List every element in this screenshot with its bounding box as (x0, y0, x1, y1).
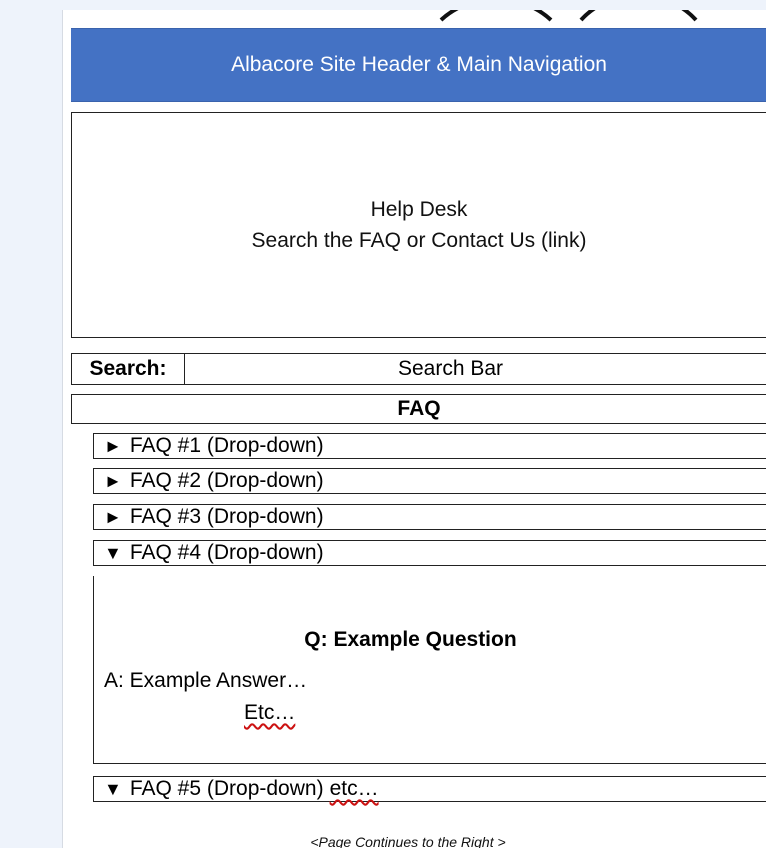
site-header: Albacore Site Header & Main Navigation (71, 28, 766, 102)
faq-item-label: FAQ #1 (Drop-down) (129, 434, 324, 457)
faq-item-4[interactable]: ▼ FAQ #4 (Drop-down) (93, 540, 766, 566)
search-label: Search: (72, 354, 185, 384)
faq-item-suffix: etc… (329, 777, 379, 800)
faq-item-label: FAQ #4 (Drop-down) (129, 541, 324, 564)
collapse-arrow-icon: ▼ (104, 542, 122, 563)
search-input[interactable]: Search Bar (185, 357, 766, 381)
faq-expanded-content: Q: Example Question A: Example Answer… E… (93, 576, 766, 764)
faq-question: Q: Example Question (304, 628, 517, 651)
faq-item-5[interactable]: ▼ FAQ #5 (Drop-down) etc… (93, 776, 766, 802)
search-row: Search: Search Bar (71, 353, 766, 385)
help-desk-box: Help Desk Search the FAQ or Contact Us (… (71, 112, 766, 338)
help-desk-title: Help Desk (370, 198, 468, 221)
faq-answer: A: Example Answer… (104, 669, 308, 692)
page-continues-note: <Page Continues to the Right > (310, 834, 506, 848)
faq-item-3[interactable]: ► FAQ #3 (Drop-down) (93, 504, 766, 530)
faq-item-1[interactable]: ► FAQ #1 (Drop-down) (93, 433, 766, 459)
expand-arrow-icon: ► (104, 470, 122, 491)
faq-item-label: FAQ #5 (Drop-down) (129, 777, 324, 800)
faq-answer-etc: Etc… (244, 701, 296, 724)
document-page: Albacore Site Header & Main Navigation H… (62, 10, 766, 848)
contact-us-link[interactable]: Search the FAQ or Contact Us (link) (252, 225, 587, 256)
decorative-shapes (439, 10, 698, 22)
header-title: Albacore Site Header & Main Navigation (231, 53, 607, 76)
collapse-arrow-icon: ▼ (104, 778, 122, 799)
expand-arrow-icon: ► (104, 506, 122, 527)
faq-item-label: FAQ #3 (Drop-down) (129, 505, 324, 528)
faq-item-label: FAQ #2 (Drop-down) (129, 469, 324, 492)
expand-arrow-icon: ► (104, 435, 122, 456)
faq-title: FAQ (71, 394, 766, 424)
faq-item-2[interactable]: ► FAQ #2 (Drop-down) (93, 468, 766, 494)
